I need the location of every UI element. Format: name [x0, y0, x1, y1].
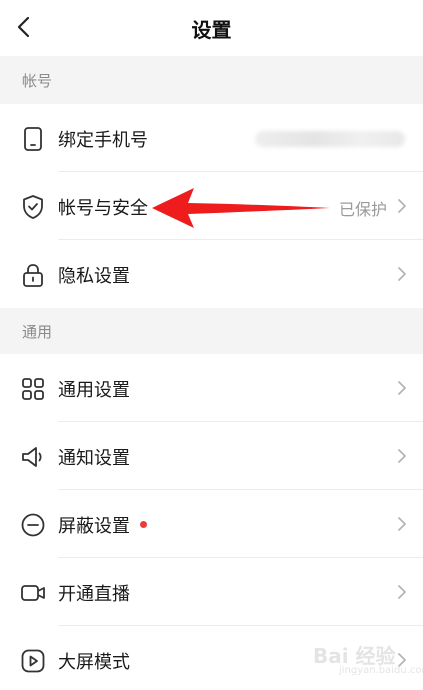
section-label: 帐号 [22, 72, 53, 90]
chevron-right-icon [398, 517, 406, 531]
chevron-right-icon [398, 449, 406, 463]
row-block-settings[interactable]: 屏蔽设置 [0, 490, 423, 558]
row-bind-phone[interactable]: 绑定手机号 [0, 104, 423, 172]
video-camera-icon [21, 585, 45, 601]
row-label: 屏蔽设置 [58, 516, 130, 537]
page-title: 设置 [191, 18, 232, 42]
row-label: 通知设置 [58, 448, 130, 469]
status-text: 已保护 [338, 200, 387, 219]
phone-icon [24, 127, 42, 151]
section-label: 通用 [22, 323, 53, 341]
row-label: 通用设置 [58, 380, 130, 401]
section-header-account: 帐号 [0, 56, 423, 104]
row-label: 隐私设置 [58, 266, 130, 287]
masked-phone-number [255, 131, 405, 147]
row-label: 大屏模式 [58, 652, 130, 673]
speaker-icon [22, 447, 42, 467]
chevron-right-icon [398, 267, 406, 281]
row-live[interactable]: 开通直播 [0, 558, 423, 626]
play-circle-icon [21, 649, 45, 673]
row-notifications[interactable]: 通知设置 [0, 422, 423, 490]
row-label: 开通直播 [58, 584, 130, 605]
row-general-settings[interactable]: 通用设置 [0, 354, 423, 422]
lock-icon [23, 264, 43, 287]
shield-check-icon [23, 195, 43, 219]
minus-circle-icon [21, 513, 45, 537]
baidu-jingyan-watermark: Bai 经验 jingyan.baidu.com [309, 634, 423, 682]
section-header-general: 通用 [0, 308, 423, 354]
grid-icon [22, 378, 44, 400]
nav-header: 设置 [0, 0, 423, 56]
row-label: 帐号与安全 [58, 198, 148, 219]
watermark-subtext: jingyan.baidu.com [339, 665, 423, 676]
red-arrow-annotation [152, 188, 330, 228]
chevron-right-icon [398, 381, 406, 395]
chevron-right-icon [398, 199, 406, 213]
row-label: 绑定手机号 [58, 130, 148, 151]
row-privacy[interactable]: 隐私设置 [0, 240, 423, 308]
chevron-right-icon [398, 585, 406, 599]
notification-badge [140, 521, 147, 528]
